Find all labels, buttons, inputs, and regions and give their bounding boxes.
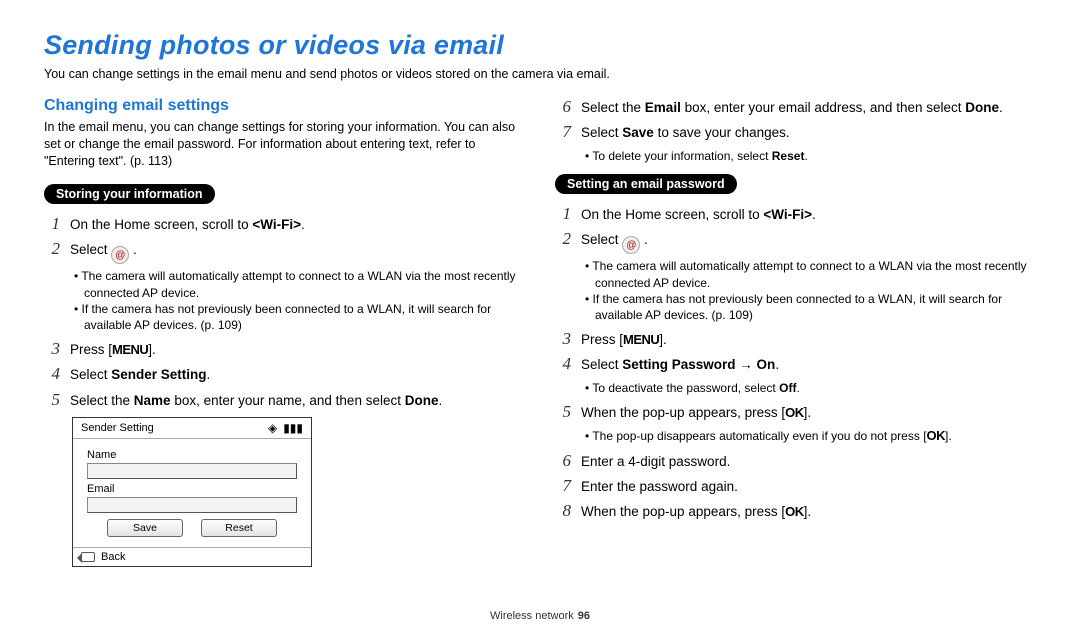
back-label: Back bbox=[101, 551, 125, 563]
page-footer: Wireless network96 bbox=[0, 610, 1080, 622]
step-2-notes: The camera will automatically attempt to… bbox=[44, 268, 525, 333]
step-text: Select Save to save your changes. bbox=[581, 123, 790, 143]
wifi-icon: ◈ bbox=[268, 421, 277, 435]
r-step-3: 3 Press [MENU]. bbox=[555, 329, 1036, 350]
pill-storing-info: Storing your information bbox=[44, 184, 215, 204]
step-1: 1 On the Home screen, scroll to <Wi-Fi>. bbox=[44, 214, 525, 235]
r-step-1: 1 On the Home screen, scroll to <Wi-Fi>. bbox=[555, 204, 1036, 225]
ok-glyph: OK bbox=[785, 504, 804, 519]
page-intro: You can change settings in the email men… bbox=[44, 67, 1036, 81]
step-text: Select the Email box, enter your email a… bbox=[581, 98, 1003, 118]
r-step-4: 4 Select Setting Password → On. bbox=[555, 354, 1036, 375]
page-title: Sending photos or videos via email bbox=[44, 30, 1036, 61]
save-button[interactable]: Save bbox=[107, 519, 183, 537]
r-step-7: 7 Enter the password again. bbox=[555, 476, 1036, 497]
step-num: 1 bbox=[44, 214, 60, 234]
name-input[interactable] bbox=[87, 463, 297, 479]
back-icon[interactable] bbox=[81, 552, 95, 562]
email-icon: @ bbox=[111, 246, 129, 264]
email-label: Email bbox=[87, 483, 297, 495]
step-3: 3 Press [MENU]. bbox=[44, 339, 525, 360]
step-num: 2 bbox=[44, 239, 60, 259]
r-step-8: 8 When the pop-up appears, press [OK]. bbox=[555, 501, 1036, 522]
battery-icon: ▮▮▮ bbox=[283, 421, 303, 435]
reset-button[interactable]: Reset bbox=[201, 519, 277, 537]
step-4: 4 Select Sender Setting. bbox=[44, 364, 525, 385]
step-7-notes: To delete your information, select Reset… bbox=[555, 148, 1036, 164]
step-num: 6 bbox=[555, 97, 571, 117]
r-step-5-notes: The pop-up disappears automatically even… bbox=[555, 427, 1036, 445]
right-column: 6 Select the Email box, enter your email… bbox=[555, 97, 1036, 567]
step-text: Press [MENU]. bbox=[70, 340, 156, 360]
step-text: On the Home screen, scroll to <Wi-Fi>. bbox=[70, 215, 305, 235]
r-step-6: 6 Enter a 4-digit password. bbox=[555, 451, 1036, 472]
step-text: Select Sender Setting. bbox=[70, 365, 210, 385]
menu-glyph: MENU bbox=[623, 332, 659, 347]
step-2: 2 Select @ . bbox=[44, 239, 525, 265]
step-num: 5 bbox=[44, 390, 60, 410]
email-icon: @ bbox=[622, 236, 640, 254]
name-label: Name bbox=[87, 449, 297, 461]
step-num: 7 bbox=[555, 122, 571, 142]
ok-glyph: OK bbox=[785, 405, 804, 420]
r-step-5: 5 When the pop-up appears, press [OK]. bbox=[555, 402, 1036, 423]
step-6: 6 Select the Email box, enter your email… bbox=[555, 97, 1036, 118]
menu-glyph: MENU bbox=[112, 342, 148, 357]
r-step-2-notes: The camera will automatically attempt to… bbox=[555, 258, 1036, 323]
r-step-4-notes: To deactivate the password, select Off. bbox=[555, 380, 1036, 396]
section-heading: Changing email settings bbox=[44, 97, 525, 115]
device-title: Sender Setting bbox=[81, 422, 154, 434]
step-text: Select the Name box, enter your name, an… bbox=[70, 391, 442, 411]
step-7: 7 Select Save to save your changes. bbox=[555, 122, 1036, 143]
left-column: Changing email settings In the email men… bbox=[44, 97, 525, 567]
r-step-2: 2 Select @ . bbox=[555, 229, 1036, 255]
step-5: 5 Select the Name box, enter your name, … bbox=[44, 390, 525, 411]
device-screenshot: Sender Setting ◈ ▮▮▮ Name Email Save Res… bbox=[72, 417, 312, 567]
step-num: 3 bbox=[44, 339, 60, 359]
step-num: 4 bbox=[44, 364, 60, 384]
pill-email-password: Setting an email password bbox=[555, 174, 737, 194]
section-body: In the email menu, you can change settin… bbox=[44, 119, 525, 170]
email-input[interactable] bbox=[87, 497, 297, 513]
step-text: Select @ . bbox=[70, 240, 137, 265]
